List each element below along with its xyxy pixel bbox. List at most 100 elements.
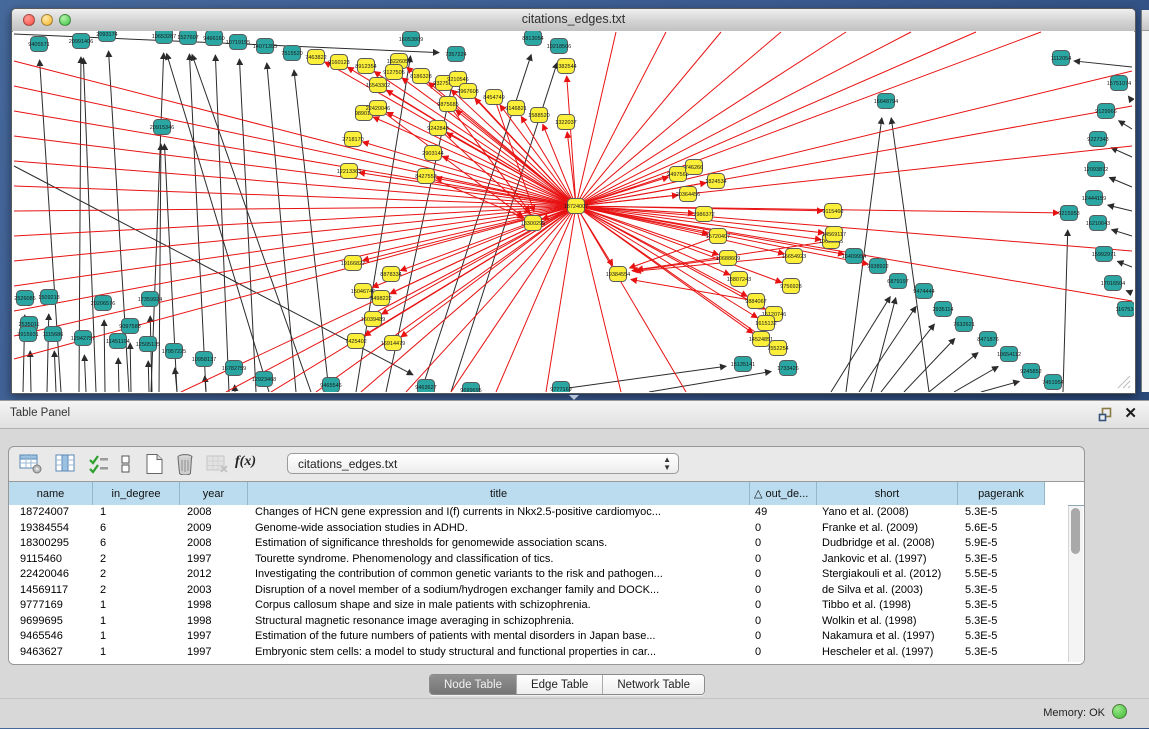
graph-edge-red[interactable]: [363, 142, 576, 206]
new-table-icon[interactable]: [143, 453, 167, 475]
graph-node[interactable]: 19166827: [341, 256, 365, 271]
graph-edge-red[interactable]: [576, 32, 976, 206]
graph-node[interactable]: 9756928: [780, 279, 801, 294]
graph-edge-red[interactable]: [14, 206, 576, 336]
graph-node[interactable]: 7425402: [345, 334, 366, 349]
graph-edge-black[interactable]: [118, 358, 119, 392]
select-rows-icon[interactable]: [87, 453, 111, 475]
graph-node[interactable]: 9875685: [437, 97, 458, 112]
memory-status-indicator[interactable]: [1112, 704, 1127, 719]
graph-edge-black[interactable]: [130, 343, 131, 392]
graph-edge-black[interactable]: [189, 54, 206, 392]
graph-edge-black[interactable]: [47, 314, 49, 392]
graph-node[interactable]: 1382544: [555, 59, 576, 74]
table-row[interactable]: 969969511998Structural magnetic resonanc…: [9, 614, 1068, 630]
graph-edge-red[interactable]: [632, 258, 728, 271]
graph-node[interactable]: 17957225: [162, 344, 186, 359]
table-row[interactable]: 946554611997Estimation of the future num…: [9, 629, 1068, 645]
graph-edge-black[interactable]: [1108, 205, 1132, 211]
graph-node[interactable]: 1167534: [1115, 302, 1134, 317]
graph-node[interactable]: 12093872: [1084, 162, 1108, 177]
graph-node[interactable]: 10688609: [716, 251, 740, 266]
graph-edge-black[interactable]: [891, 118, 929, 392]
tab-network-table[interactable]: Network Table: [603, 675, 704, 694]
table-row[interactable]: 1456911722003Disruption of a novel membe…: [9, 583, 1068, 599]
graph-node[interactable]: 1112054: [1051, 51, 1072, 66]
graph-node[interactable]: 16543302: [366, 78, 390, 93]
graph-node[interactable]: 9699695: [460, 383, 481, 393]
graph-node[interactable]: 16210643: [1086, 216, 1110, 231]
graph-edge-black[interactable]: [104, 320, 105, 392]
graph-node[interactable]: 1733426: [777, 361, 798, 376]
graph-node[interactable]: 8427552: [415, 169, 436, 184]
graph-edge-red[interactable]: [576, 206, 686, 392]
graph-node[interactable]: 746266: [685, 160, 703, 175]
graph-node[interactable]: 1509218: [38, 290, 59, 305]
graph-node[interactable]: 10958137: [192, 352, 216, 367]
delete-table-icon[interactable]: [173, 453, 197, 475]
graph-edge-red[interactable]: [378, 108, 523, 217]
graph-node[interactable]: 15992971: [1092, 247, 1116, 262]
graph-node[interactable]: 18724007: [564, 199, 588, 214]
vertical-scrollbar[interactable]: [1068, 506, 1083, 662]
graph-node[interactable]: 7515520: [281, 46, 302, 61]
table-row[interactable]: 977716911998Corpus callosum shape and si…: [9, 598, 1068, 614]
graph-edge-red[interactable]: [401, 206, 576, 337]
graph-node[interactable]: 1322037: [555, 115, 576, 130]
graph-edge-red[interactable]: [316, 206, 576, 392]
graph-node[interactable]: 9227343: [1087, 132, 1108, 147]
table-row[interactable]: 1830029562008Estimation of significance …: [9, 536, 1068, 552]
graph-edge-black[interactable]: [1074, 61, 1132, 67]
graph-edge-red[interactable]: [576, 206, 613, 265]
graph-edge-black[interactable]: [84, 355, 86, 392]
graph-node[interactable]: 2935114: [932, 302, 953, 317]
graph-node[interactable]: 16782759: [222, 361, 246, 376]
graph-edge-black[interactable]: [1117, 261, 1132, 267]
graph-node[interactable]: 9245852: [1020, 364, 1041, 379]
graph-node[interactable]: 1588520: [528, 108, 549, 123]
graph-node[interactable]: 7357224: [445, 47, 466, 62]
graph-edge-black[interactable]: [954, 366, 998, 392]
graph-node[interactable]: 16914479: [381, 336, 405, 351]
graph-node[interactable]: 9474444: [913, 284, 934, 299]
graph-edge-red[interactable]: [14, 161, 576, 206]
graph-node[interactable]: 10653287: [152, 31, 176, 44]
graph-edge-black[interactable]: [561, 366, 726, 389]
graph-node[interactable]: 16648794: [874, 94, 898, 109]
graph-edge-black[interactable]: [30, 351, 31, 392]
graph-node[interactable]: 2903144: [422, 146, 443, 161]
graph-edge-black[interactable]: [859, 306, 916, 392]
graph-node[interactable]: 17359924: [138, 292, 162, 307]
graph-edge-red[interactable]: [576, 32, 721, 206]
graph-node[interactable]: 7463822: [305, 50, 326, 65]
graph-node[interactable]: 20364456: [676, 187, 700, 202]
table-settings-icon[interactable]: [19, 453, 43, 475]
graph-node[interactable]: 9146821: [505, 101, 526, 116]
graph-node[interactable]: 1115686: [43, 327, 64, 342]
graph-edge-black[interactable]: [981, 381, 1019, 392]
graph-edge-red[interactable]: [400, 206, 576, 271]
close-panel-icon[interactable]: ✕: [1124, 405, 1137, 423]
column-header-in_degree[interactable]: in_degree: [93, 482, 180, 505]
graph-node[interactable]: 22420046: [366, 101, 390, 116]
graph-node[interactable]: 15751074: [1107, 76, 1131, 91]
graph-edge-red[interactable]: [576, 32, 616, 206]
graph-node[interactable]: 8471876: [977, 332, 998, 347]
graph-node[interactable]: 7986372: [693, 207, 714, 222]
graph-edge-black[interactable]: [267, 63, 296, 392]
graph-edge-black[interactable]: [215, 55, 229, 392]
graph-node[interactable]: 18300295: [521, 216, 545, 231]
graph-edge-black[interactable]: [881, 324, 934, 392]
graph-node[interactable]: 20991406: [69, 34, 93, 49]
graph-node[interactable]: 9405571: [28, 37, 49, 52]
table-row[interactable]: 911546021997Tourette syndrome. Phenomeno…: [9, 552, 1068, 568]
graph-edge-black[interactable]: [1119, 121, 1132, 129]
graph-node[interactable]: 2093174: [96, 31, 117, 42]
resize-grip-icon[interactable]: [1117, 375, 1131, 389]
graph-node[interactable]: 1824534: [705, 174, 726, 189]
column-header-out_de[interactable]: △ out_de...: [750, 482, 817, 505]
graph-node[interactable]: 9777169: [550, 382, 571, 393]
graph-node[interactable]: 12923468: [252, 372, 276, 387]
row-height-icon[interactable]: [114, 453, 138, 475]
graph-edge-black[interactable]: [1063, 230, 1068, 392]
